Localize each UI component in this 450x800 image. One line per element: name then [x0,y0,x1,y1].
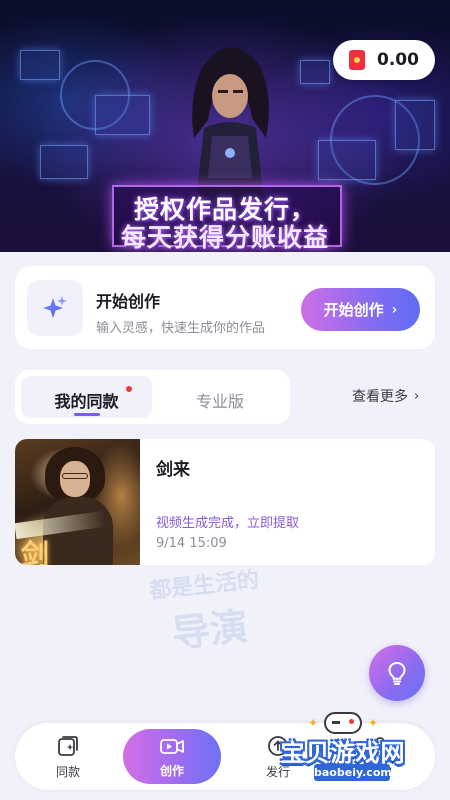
watermark-line2: 导演 [169,604,251,657]
view-more-label: 查看更多 [352,389,408,405]
thumbnail-art [60,461,90,497]
tab-my-same-style[interactable]: 我的同款 [21,376,152,418]
sparkle-icon: ✦ [368,716,379,730]
banner-decoration [40,145,88,179]
start-creating-label: 开始创作 [323,301,384,319]
gamepad-icon [324,712,362,734]
create-card-subtitle: 输入灵感，快速生成你的作品 [96,321,266,336]
notification-dot [126,386,132,392]
tab-pro-version[interactable]: 专业版 [165,376,275,418]
view-more-link[interactable]: 查看更多 › [352,386,419,406]
banner-decoration [300,60,330,84]
work-status-link[interactable]: 视频生成完成，立即提取 [156,512,299,531]
banner-decoration [395,100,435,150]
sparkle-icon: ✦ [308,716,319,730]
sparkle-icon-box [27,280,83,336]
background-watermark: 都是生活的 导演 [140,556,321,683]
lightbulb-icon [388,661,406,685]
site-logo-brand: 宝贝游戏网 [280,739,406,767]
active-tab-indicator [74,413,100,416]
banner-decoration [318,140,376,180]
wallet-amount: 0.00 [377,50,419,70]
nav-item-create[interactable]: 创作 [123,729,221,784]
nav-label: 同款 [55,764,80,779]
thumbnail-title-glyph: 剑 [21,538,50,565]
site-logo-domain: baobeiy.com [314,764,392,781]
work-timestamp: 9/14 15:09 [156,536,227,551]
tab-label: 我的同款 [54,392,119,411]
video-camera-icon [160,738,184,754]
tab-label: 专业版 [195,392,244,411]
work-thumbnail: 剑 [15,439,140,565]
template-icon [58,735,78,756]
nav-item-same-style[interactable]: 同款 [23,723,113,790]
nav-label: 创作 [159,763,184,778]
banner-decoration [95,95,150,135]
site-logo-watermark: ✦ ✦ 宝贝游戏网 baobeiy.com [268,712,418,786]
inspiration-button[interactable] [369,645,425,701]
thumbnail-art [62,473,88,479]
chevron-right-icon: › [391,301,398,318]
banner-headline-line2: 每天获得分账收益 [120,223,329,252]
red-envelope-icon [349,50,365,70]
sparkle-icon [43,296,67,318]
start-creating-card: 开始创作 输入灵感，快速生成你的作品 开始创作 › [15,266,435,349]
work-title: 剑来 [156,460,190,480]
banner-decoration [20,50,60,80]
work-list-item[interactable]: 剑 剑来 视频生成完成，立即提取 9/14 15:09 [15,439,435,565]
promo-banner[interactable]: 授权作品发行， 每天获得分账收益 0.00 [0,0,450,252]
create-card-title: 开始创作 [96,292,161,311]
chevron-right-icon: › [414,388,420,404]
start-creating-button[interactable]: 开始创作 › [301,288,420,331]
wallet-balance-button[interactable]: 0.00 [333,40,435,80]
work-tabs: 我的同款 专业版 [15,370,290,424]
